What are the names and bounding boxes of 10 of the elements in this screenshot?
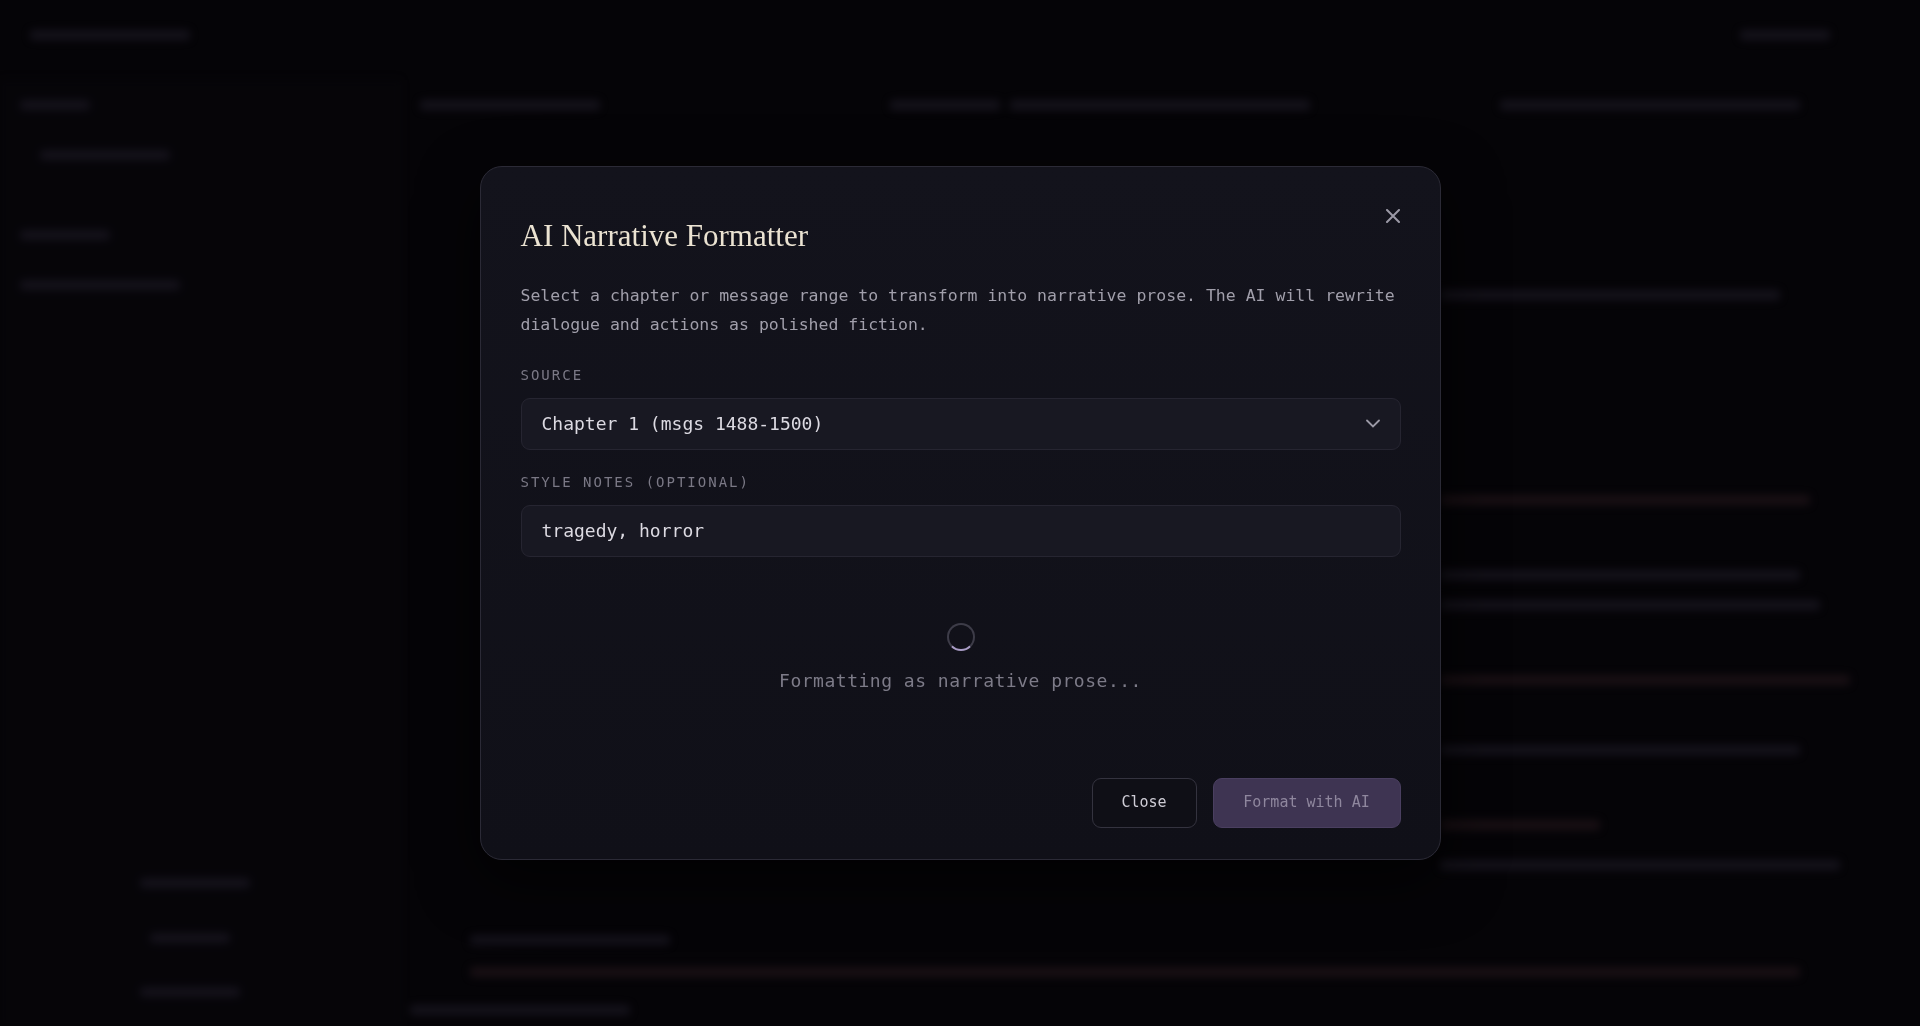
chevron-down-icon (1365, 419, 1380, 429)
close-button[interactable]: Close (1091, 777, 1197, 828)
field-label: STYLE NOTES (OPTIONAL) (520, 472, 751, 492)
dialog-title: AI Narrative Formatter (520, 217, 809, 255)
style-notes-field[interactable]: tragedy, horror (520, 504, 1401, 557)
progress-status-text: Formatting as narrative prose... (779, 668, 1142, 693)
dialog-description: Select a chapter or message range to transform into narrative prose. The AI will rewrite dialogue and actions as polished fiction. (520, 284, 1396, 336)
dropdown-value: Chapter 1 (msgs 1488-1500) (541, 412, 824, 437)
source-dropdown[interactable]: Chapter 1 (msgs 1488-1500) (520, 397, 1401, 450)
field-label: SOURCE (520, 365, 585, 385)
